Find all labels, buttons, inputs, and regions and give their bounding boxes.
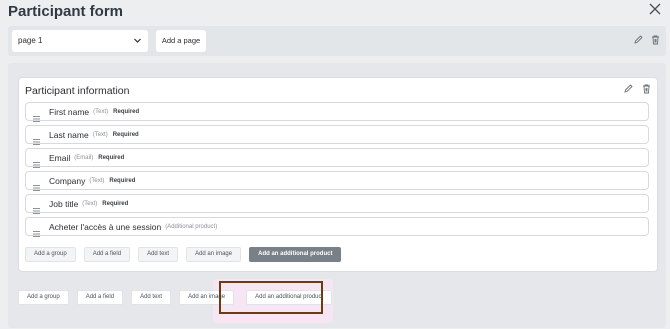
drag-handle-icon[interactable]: [33, 155, 40, 168]
field-type: (Text): [89, 177, 105, 184]
drag-handle-icon[interactable]: [33, 201, 40, 214]
required-badge: Required: [102, 200, 129, 207]
field-row-email[interactable]: Email (Email) Required: [25, 148, 649, 168]
field-row-first-name[interactable]: First name (Text) Required: [25, 102, 649, 122]
field-row-additional-product[interactable]: Acheter l'accès à une session (Additiona…: [25, 217, 649, 237]
field-list: First name (Text) Required Last name (Te…: [25, 102, 649, 240]
highlight-box: [219, 281, 323, 314]
drag-handle-icon[interactable]: [33, 224, 40, 237]
add-text-button[interactable]: Add text: [131, 290, 172, 305]
field-label: Acheter l'accès à une session: [49, 221, 162, 232]
add-text-button[interactable]: Add text: [138, 247, 179, 262]
edit-icon[interactable]: [634, 35, 643, 45]
trash-icon[interactable]: [651, 35, 660, 45]
required-badge: Required: [98, 154, 125, 161]
field-type: (Additional product): [165, 223, 218, 230]
add-group-button[interactable]: Add a group: [25, 247, 76, 262]
group-title: Participant information: [25, 85, 130, 97]
add-group-button[interactable]: Add a group: [18, 290, 69, 305]
field-row-job-title[interactable]: Job title (Text) Required: [25, 194, 649, 214]
field-label: First name: [49, 106, 90, 117]
page-select[interactable]: page 1: [12, 30, 148, 52]
field-type: (Email): [74, 154, 94, 161]
field-label: Company: [49, 175, 86, 186]
close-icon[interactable]: [648, 2, 662, 16]
drag-handle-icon[interactable]: [33, 109, 40, 122]
group-card: Participant information First name (Text…: [18, 77, 658, 272]
field-row-last-name[interactable]: Last name (Text) Required: [25, 125, 649, 145]
page-title: Participant form: [8, 3, 124, 20]
add-field-button[interactable]: Add a field: [83, 247, 131, 262]
required-badge: Required: [109, 177, 136, 184]
field-row-company[interactable]: Company (Text) Required: [25, 171, 649, 191]
edit-icon[interactable]: [624, 84, 633, 94]
field-label: Job title: [49, 198, 79, 209]
field-type: (Text): [92, 131, 108, 138]
trash-icon[interactable]: [642, 84, 651, 94]
field-label: Email: [49, 152, 71, 163]
add-image-button[interactable]: Add an image: [186, 247, 242, 262]
field-type: (Text): [93, 108, 109, 115]
drag-handle-icon[interactable]: [33, 178, 40, 191]
add-additional-product-button[interactable]: Add an additional product: [249, 247, 342, 262]
page-select-value: page 1: [18, 36, 43, 45]
required-badge: Required: [113, 108, 140, 115]
group-action-buttons: Add a group Add a field Add text Add an …: [25, 247, 342, 262]
form-panel: Participant information First name (Text…: [8, 63, 666, 328]
add-page-button[interactable]: Add a page: [156, 30, 206, 52]
add-field-button[interactable]: Add a field: [76, 290, 124, 305]
required-badge: Required: [112, 131, 139, 138]
field-type: (Text): [82, 200, 98, 207]
field-label: Last name: [49, 129, 89, 140]
chevron-down-icon: [133, 36, 142, 45]
page-bar: page 1 Add a page: [8, 26, 666, 56]
drag-handle-icon[interactable]: [33, 132, 40, 145]
